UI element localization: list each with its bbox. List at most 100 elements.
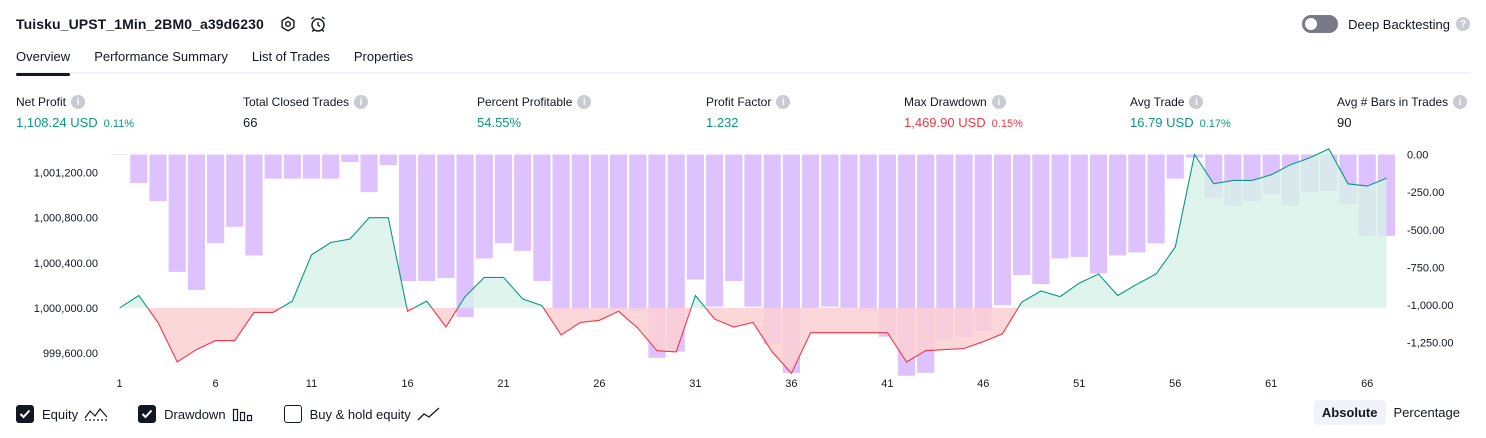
header: Tuisku_UPST_1Min_2BM0_a39d6230 — [16, 12, 328, 36]
tab-properties[interactable]: Properties — [354, 44, 413, 74]
equity-checkbox[interactable] — [16, 405, 34, 423]
buy-hold-label: Buy & hold equity — [309, 406, 411, 422]
drawdown-bar — [1013, 154, 1031, 275]
drawdown-axis: 0.00 -250.00 -500.00 -750.00 -1,000.00 -1,250… — [1407, 150, 1453, 350]
drawdown-bar — [725, 154, 743, 281]
info-icon[interactable]: i — [1189, 95, 1204, 109]
tab-list-of-trades[interactable]: List of Trades — [252, 44, 330, 74]
percentage-button[interactable]: Percentage — [1386, 400, 1469, 425]
equity-drawdown-chart[interactable]: 999,600.00 1,000,000.00 1,000,400.00 1,000,… — [0, 140, 1486, 395]
drawdown-bar — [840, 154, 858, 309]
stat-percent: 0.17% — [1199, 118, 1231, 130]
line-chart-icon — [417, 406, 441, 422]
drawdown-bar — [533, 154, 551, 281]
stat-title: Avg Trade — [1130, 95, 1185, 109]
drawdown-tick-label: -1,000.00 — [1407, 300, 1453, 312]
trade-tick-label: 41 — [881, 378, 893, 390]
tab-overview[interactable]: Overview — [16, 44, 71, 76]
stat-value: 1,108.24 USD — [16, 115, 98, 130]
info-icon[interactable]: i — [991, 95, 1006, 109]
drawdown-bar — [974, 154, 992, 331]
drawdown-bar — [187, 154, 205, 290]
alarm-clock-icon[interactable] — [308, 14, 328, 34]
drawdown-tick-label: -750.00 — [1407, 262, 1444, 274]
stat-max-drawdown: Max Drawdown i 1,469.90 USD 0.15% — [904, 94, 1023, 130]
trade-tick-label: 21 — [497, 378, 509, 390]
tab-bar: Overview Performance Summary List of Tra… — [16, 44, 1470, 76]
chart-legend: Equity Drawdown Buy & hold equity — [16, 404, 471, 424]
trade-tick-label: 6 — [213, 378, 219, 390]
drawdown-bar — [1051, 154, 1069, 259]
drawdown-bar — [379, 154, 397, 165]
info-icon[interactable]: i — [776, 95, 791, 109]
drawdown-bar — [706, 154, 724, 307]
drawdown-bar — [437, 154, 455, 278]
equity-tick-label: 1,000,800.00 — [34, 213, 98, 225]
bar-chart-icon — [232, 406, 254, 422]
legend-drawdown[interactable]: Drawdown — [138, 405, 253, 423]
drawdown-bar — [302, 154, 321, 179]
info-icon[interactable]: i — [71, 95, 86, 109]
value-mode-switch: Absolute Percentage — [1313, 400, 1469, 425]
deep-backtesting-label: Deep Backtesting — [1348, 16, 1450, 32]
absolute-button[interactable]: Absolute — [1313, 400, 1386, 425]
equity-tick-label: 1,000,400.00 — [34, 258, 98, 270]
trade-tick-label: 66 — [1361, 378, 1373, 390]
drawdown-bar — [629, 154, 647, 312]
drawdown-bar — [418, 154, 436, 281]
drawdown-bar — [111, 154, 129, 155]
stat-percent: 0.15% — [991, 118, 1023, 130]
stat-value: 1,469.90 USD — [904, 115, 986, 130]
drawdown-bar — [571, 154, 589, 310]
drawdown-bar — [226, 154, 244, 227]
area-chart-icon — [84, 406, 108, 422]
toggle-knob — [1305, 18, 1318, 30]
info-icon[interactable]: i — [1453, 95, 1468, 109]
drawdown-bar — [283, 154, 301, 179]
drawdown-bar — [130, 154, 148, 184]
stat-title: Profit Factor — [706, 95, 772, 109]
drawdown-bar — [1032, 154, 1050, 284]
drawdown-bar — [1166, 154, 1184, 179]
stat-title: Total Closed Trades — [243, 95, 350, 109]
info-icon[interactable]: i — [577, 95, 592, 109]
legend-buy-hold-equity[interactable]: Buy & hold equity — [283, 405, 441, 423]
drawdown-bar — [859, 154, 877, 312]
drawdown-bar — [1070, 154, 1088, 257]
stat-percent-profitable: Percent Profitable i 54.55% — [477, 94, 592, 130]
trade-number-axis: 1 6 11 16 21 26 31 36 41 46 51 56 61 66 — [117, 378, 1374, 390]
deep-backtesting: Deep Backtesting ? — [1302, 12, 1470, 36]
legend-equity[interactable]: Equity — [16, 405, 108, 423]
drawdown-checkbox[interactable] — [138, 405, 157, 423]
trade-tick-label: 61 — [1265, 378, 1277, 390]
stat-percent: 0.11% — [103, 118, 135, 130]
drawdown-bar — [1147, 154, 1165, 244]
drawdown-label: Drawdown — [164, 406, 226, 422]
drawdown-bar — [993, 154, 1012, 306]
stat-net-profit: Net Profit i 1,108.24 USD 0.11% — [16, 94, 134, 130]
drawdown-bar — [610, 154, 628, 310]
tab-performance-summary[interactable]: Performance Summary — [94, 44, 228, 74]
equity-tick-label: 1,001,200.00 — [34, 168, 98, 180]
drawdown-tick-label: -250.00 — [1407, 187, 1444, 199]
stat-title: Max Drawdown — [904, 95, 987, 109]
settings-gear-icon[interactable] — [278, 14, 298, 34]
stat-avg-trade: Avg Trade i 16.79 USD 0.17% — [1130, 94, 1231, 130]
deep-backtesting-toggle[interactable] — [1302, 15, 1339, 33]
trade-tick-label: 26 — [593, 378, 605, 390]
question-mark-icon[interactable]: ? — [1456, 17, 1470, 31]
drawdown-bar — [168, 154, 186, 272]
stat-value: 1.232 — [706, 115, 739, 130]
equity-tick-label: 999,600.00 — [43, 348, 98, 360]
equity-tick-label: 1,000,000.00 — [34, 303, 98, 315]
strategy-name: Tuisku_UPST_1Min_2BM0_a39d6230 — [16, 16, 264, 32]
info-icon[interactable]: i — [354, 95, 369, 109]
drawdown-bar — [686, 154, 704, 280]
drawdown-bar — [264, 154, 282, 179]
drawdown-bar — [494, 154, 513, 244]
buy-hold-checkbox[interactable] — [283, 405, 302, 423]
drawdown-bar — [821, 154, 839, 307]
drawdown-tick-label: -1,250.00 — [1407, 338, 1453, 350]
drawdown-bar — [475, 154, 493, 259]
drawdown-bar — [744, 154, 762, 307]
